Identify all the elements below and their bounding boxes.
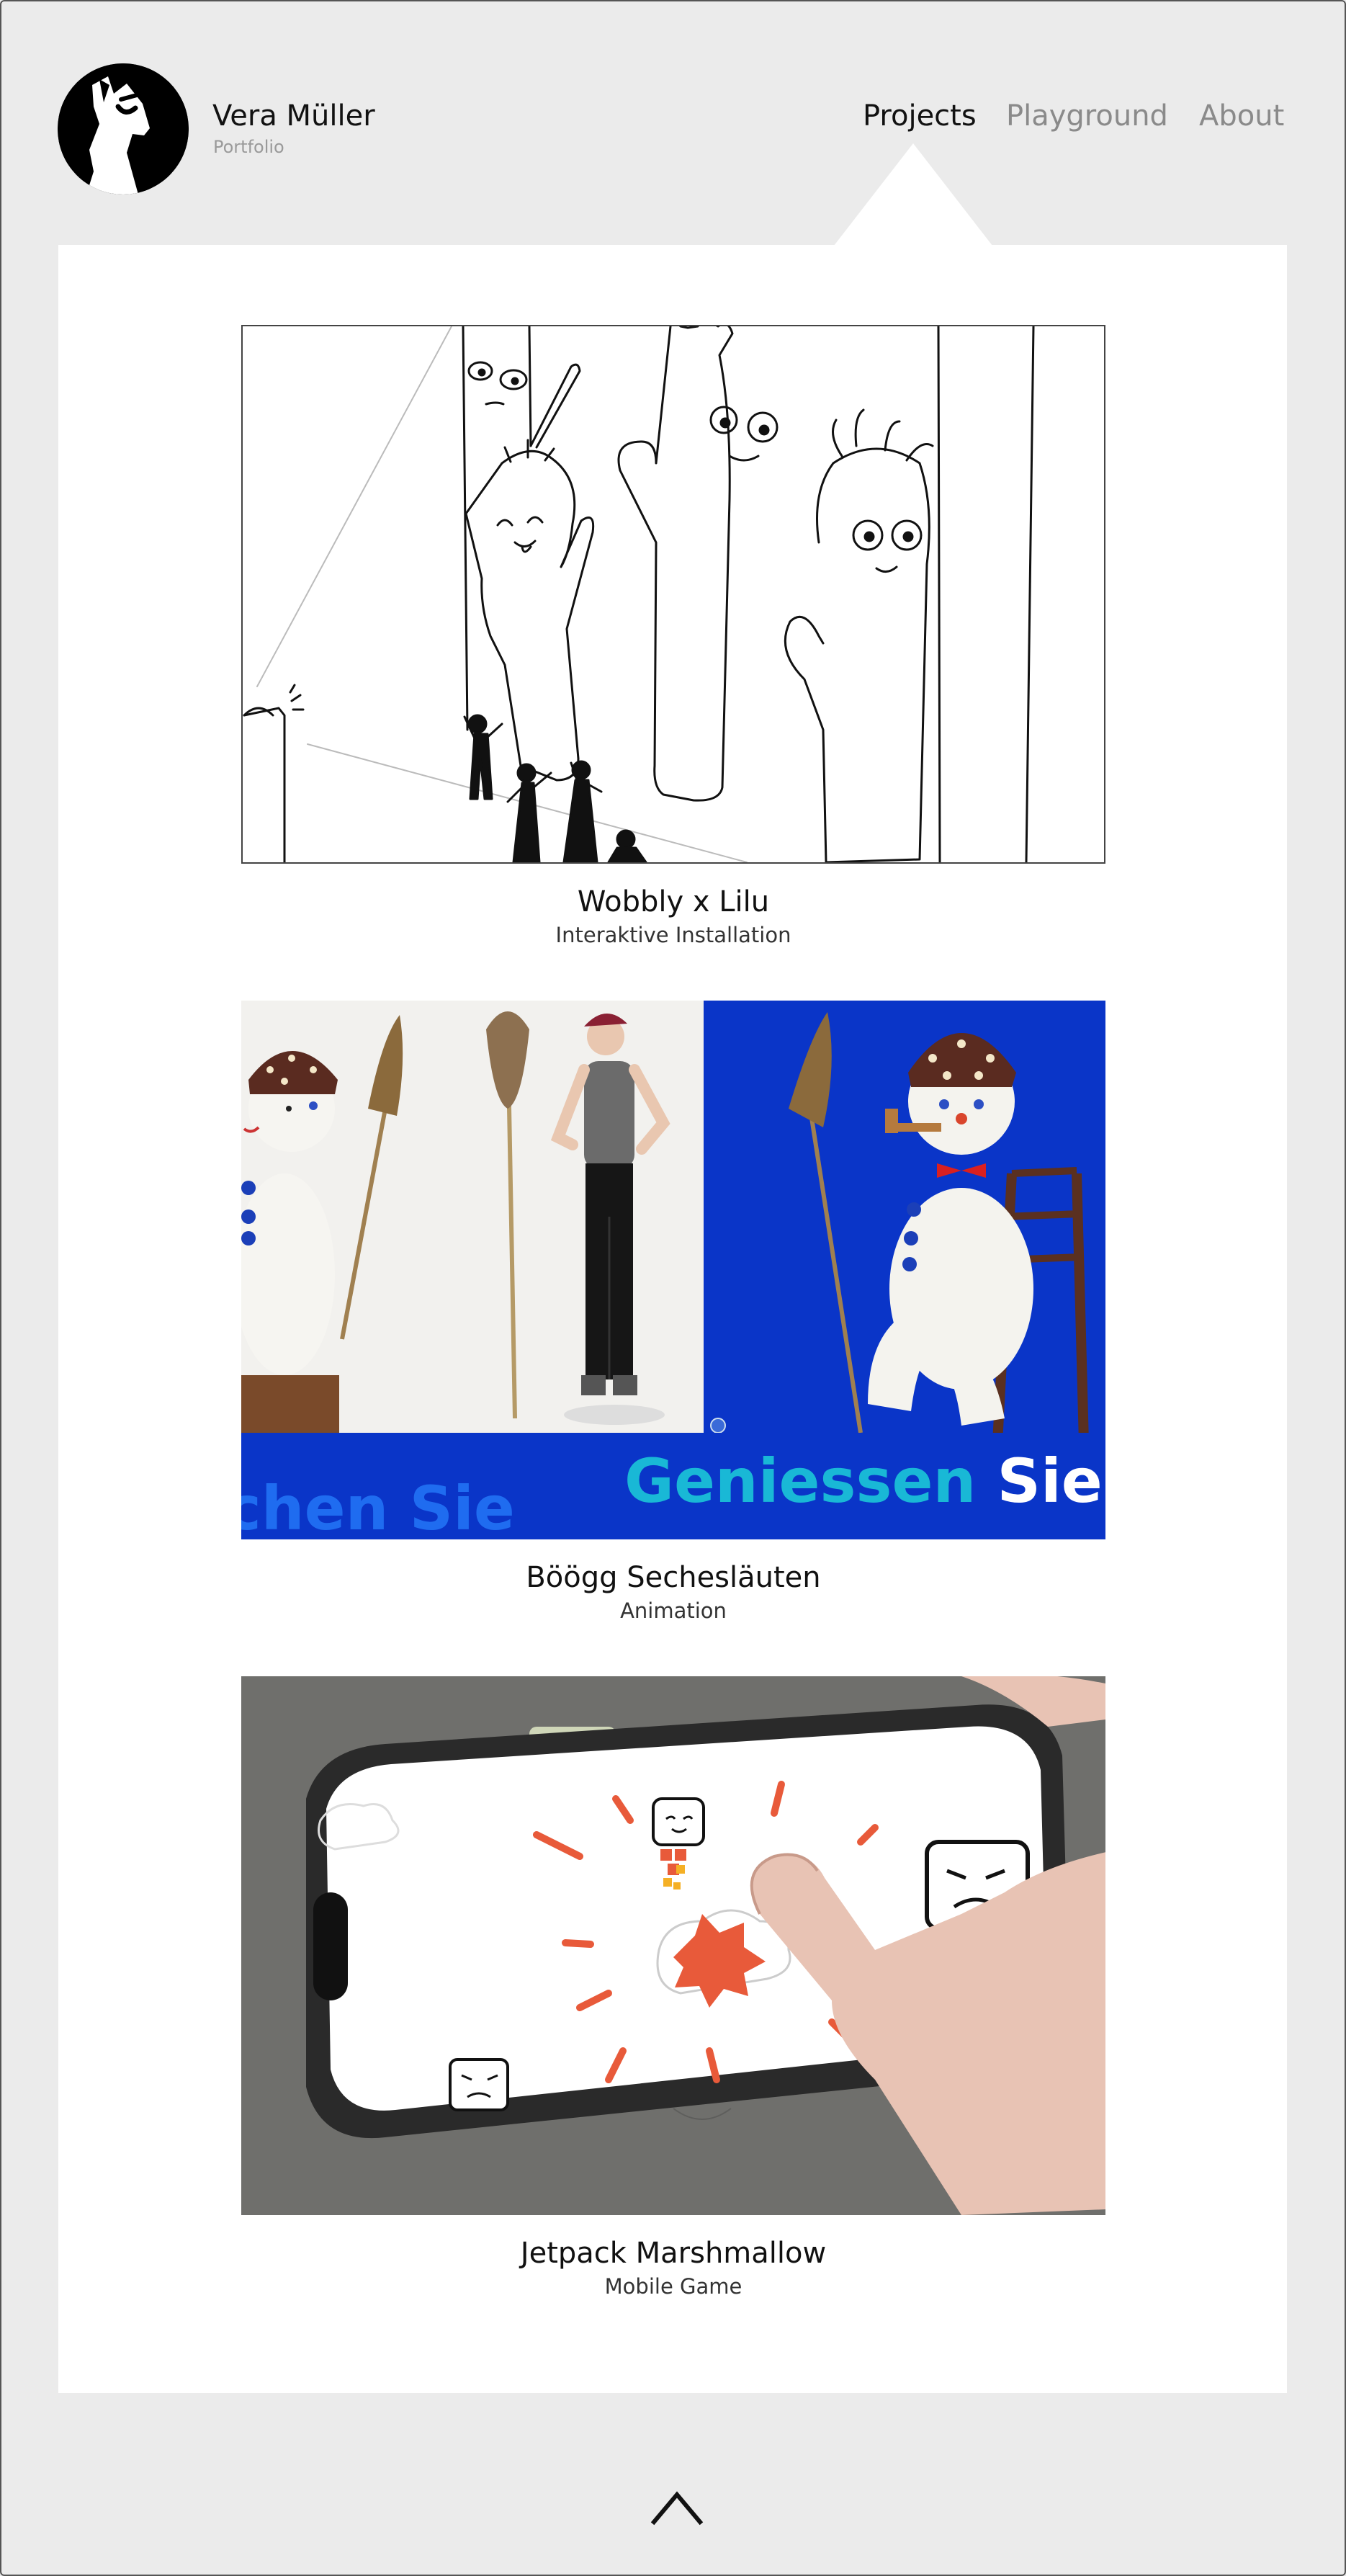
site-owner-name: Vera Müller <box>212 99 375 133</box>
project-thumbnail[interactable] <box>241 1676 1105 2215</box>
animation-caption-banner: chen Sie Geniessen Sie <box>241 1433 1105 1539</box>
line-drawing-creatures-icon <box>243 326 1035 862</box>
nav-about[interactable]: About <box>1199 99 1284 133</box>
project-card-wobbly[interactable]: Wobbly x Lilu Interaktive Installation <box>241 325 1105 947</box>
active-tab-pointer <box>834 143 992 246</box>
project-title: Wobbly x Lilu <box>577 885 770 918</box>
project-card-jetpack[interactable]: Jetpack Marshmallow Mobile Game <box>241 1676 1105 2299</box>
site-subtitle: Portfolio <box>213 137 284 157</box>
caption-right-text: Geniessen Sie <box>624 1446 1103 1516</box>
project-card-boogg[interactable]: chen Sie Geniessen Sie Böögg Sechesläute… <box>241 1001 1105 1623</box>
project-subtitle: Interaktive Installation <box>555 923 791 947</box>
phone-game-icon <box>241 1676 1105 2215</box>
logo-avatar[interactable] <box>58 63 189 194</box>
project-subtitle: Animation <box>620 1598 727 1623</box>
nav-projects[interactable]: Projects <box>863 99 977 133</box>
caption-highlight-word: Geniessen <box>624 1446 977 1516</box>
scroll-to-top-button[interactable] <box>648 2485 706 2528</box>
caption-left-text: chen Sie <box>241 1473 515 1539</box>
nav-playground[interactable]: Playground <box>1006 99 1168 133</box>
llama-logo-icon <box>58 63 189 194</box>
snowman-boogg-icon <box>241 1001 1105 1444</box>
chevron-up-icon <box>650 2491 704 2526</box>
project-thumbnail[interactable]: chen Sie Geniessen Sie <box>241 1001 1105 1539</box>
caption-rest-word: Sie <box>997 1446 1103 1516</box>
project-title: Jetpack Marshmallow <box>520 2237 827 2270</box>
project-thumbnail[interactable] <box>241 325 1105 864</box>
project-subtitle: Mobile Game <box>604 2274 742 2299</box>
project-title: Böögg Sechesläuten <box>526 1561 821 1594</box>
